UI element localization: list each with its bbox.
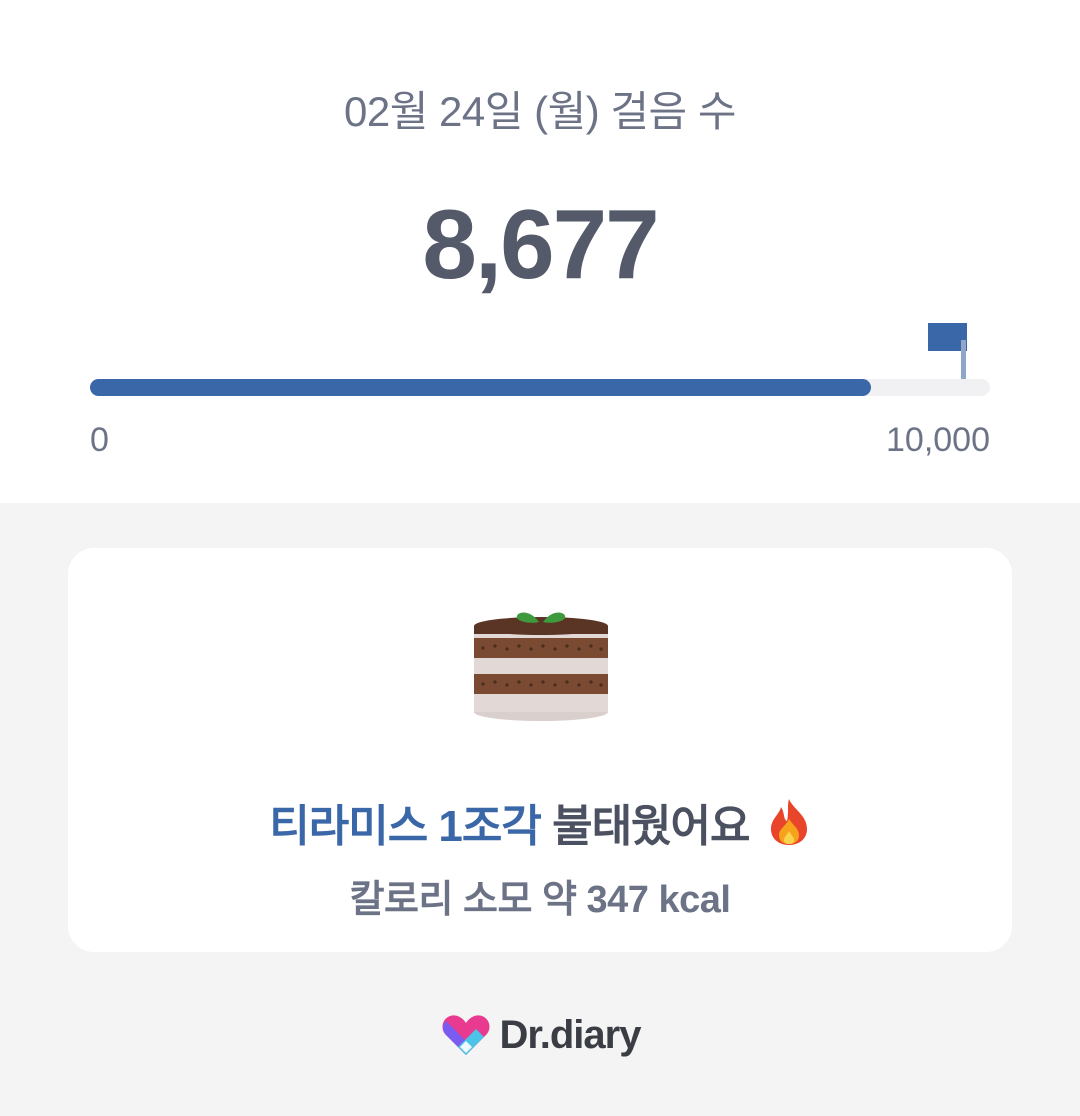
scale-min-label: 0 [90,421,109,459]
brand-footer: Dr.diary [0,1010,1080,1060]
progress-track [90,379,990,396]
goal-flag-pole [961,340,966,380]
fire-icon [770,799,807,845]
date-title: 02월 24일 (월) 걸음 수 [344,88,736,135]
brand-name: Dr.diary [499,1012,642,1057]
step-count: 8,677 [422,189,659,299]
burn-message: 티라미스 1조각 불태웠어요 [68,790,1012,854]
burned-food-label: 티라미스 1조각 [269,802,542,851]
calorie-card: 티라미스 1조각 불태웠어요 칼로리 소모 약 347 kcal [68,548,1012,952]
burned-suffix-label: 불태웠어요 [540,802,750,851]
scale-max-label: 10,000 [886,421,990,459]
calorie-text: 칼로리 소모 약 347 kcal [349,879,731,921]
progress-fill [90,379,871,396]
tiramisu-cake-icon [474,612,608,721]
steps-panel: 02월 24일 (월) 걸음 수 8,677 0 10,000 [0,0,1080,503]
heart-logo-icon [442,1015,490,1055]
